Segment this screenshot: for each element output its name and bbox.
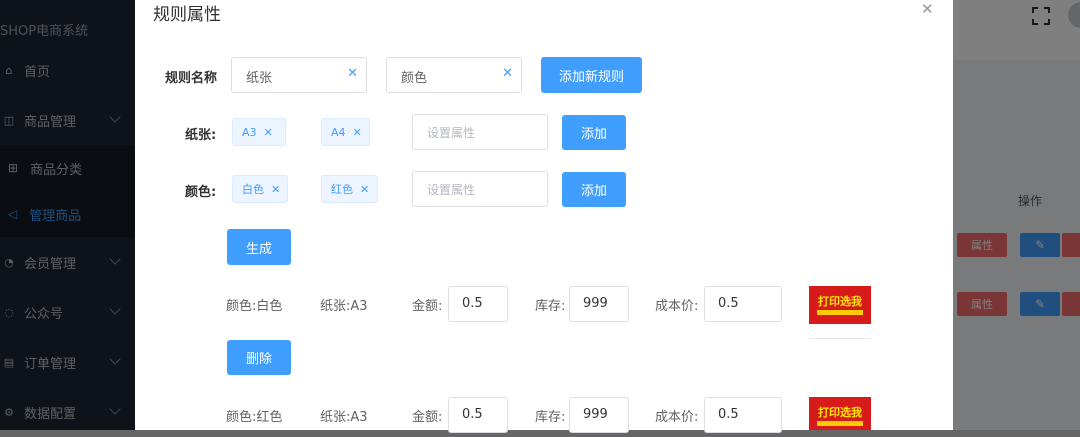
sku-cost-value: 0.5 [718, 407, 739, 422]
divider [809, 338, 871, 339]
sku-color: 颜色:白色 [226, 299, 283, 314]
sku-price-value: 0.5 [462, 407, 483, 422]
sku-image[interactable]: 打印选我 [809, 286, 871, 324]
sku-image-text: 打印选我 [818, 406, 862, 419]
dialog-title: 规则属性 [153, 5, 221, 25]
attribute-input[interactable]: 设置属性 [412, 114, 548, 150]
attribute-tag: 红色 ✕ [321, 175, 378, 203]
sku-cost-value: 0.5 [718, 296, 739, 311]
attribute-tag: 白色 ✕ [232, 175, 288, 203]
tag-close-icon[interactable]: ✕ [360, 183, 369, 196]
clear-icon[interactable]: ✕ [347, 66, 358, 81]
rule-name-input[interactable]: 颜色 ✕ [386, 57, 522, 93]
attribute-tag: A4 ✕ [321, 118, 370, 146]
sku-price-input[interactable]: 0.5 [448, 397, 508, 433]
sku-stock-value: 999 [583, 296, 608, 311]
attribute-tag: A3 ✕ [232, 118, 286, 146]
add-attribute-button[interactable]: 添加 [562, 172, 626, 207]
sku-stock-label: 库存: [535, 410, 566, 425]
sku-image[interactable]: 打印选我 [809, 397, 871, 430]
tag-close-icon[interactable]: ✕ [353, 126, 362, 139]
sku-cost-input[interactable]: 0.5 [704, 286, 782, 322]
attribute-label: 纸张: [185, 128, 217, 143]
sku-stock-input[interactable]: 999 [569, 286, 629, 322]
generate-button[interactable]: 生成 [227, 229, 291, 265]
sku-price-input[interactable]: 0.5 [448, 286, 508, 322]
rule-name-value: 颜色 [401, 71, 428, 86]
attribute-tag-label: 红色 [331, 183, 353, 196]
rule-attributes-dialog: 规则属性 ✕ 规则名称 纸张 ✕ 颜色 ✕ 添加新规则 纸张: A3 ✕ A4 ✕ … [135, 0, 953, 433]
sku-stock-label: 库存: [535, 299, 566, 314]
sku-cost-label: 成本价: [655, 410, 699, 425]
sku-color: 颜色:红色 [226, 410, 283, 425]
add-attribute-button[interactable]: 添加 [562, 115, 626, 150]
attribute-tag-label: 白色 [242, 183, 264, 196]
delete-sku-button[interactable]: 删除 [227, 340, 291, 375]
attribute-input-placeholder: 设置属性 [427, 126, 476, 140]
sku-price-value: 0.5 [462, 296, 483, 311]
tag-close-icon[interactable]: ✕ [264, 126, 273, 139]
attribute-tag-label: A3 [242, 125, 257, 139]
sku-paper: 纸张:A3 [320, 410, 368, 425]
sku-stock-value: 999 [583, 407, 608, 422]
attribute-label: 颜色: [185, 185, 217, 200]
clear-icon[interactable]: ✕ [502, 66, 513, 81]
sku-cost-input[interactable]: 0.5 [704, 397, 782, 433]
close-icon[interactable]: ✕ [921, 0, 934, 18]
sku-image-bar [817, 421, 863, 426]
tag-close-icon[interactable]: ✕ [271, 183, 280, 196]
sku-stock-input[interactable]: 999 [569, 397, 629, 433]
sku-image-bar [817, 310, 863, 315]
sku-cost-label: 成本价: [655, 299, 699, 314]
sku-price-label: 金额: [412, 299, 443, 314]
add-rule-button[interactable]: 添加新规则 [541, 57, 642, 93]
rule-name-label: 规则名称 [165, 71, 218, 86]
attribute-input[interactable]: 设置属性 [412, 171, 548, 207]
sku-paper: 纸张:A3 [320, 299, 368, 314]
attribute-tag-label: A4 [331, 125, 346, 139]
sku-price-label: 金额: [412, 410, 443, 425]
rule-name-input[interactable]: 纸张 ✕ [231, 57, 367, 93]
sku-image-text: 打印选我 [818, 295, 862, 308]
rule-name-value: 纸张 [246, 71, 273, 86]
attribute-input-placeholder: 设置属性 [427, 183, 476, 197]
